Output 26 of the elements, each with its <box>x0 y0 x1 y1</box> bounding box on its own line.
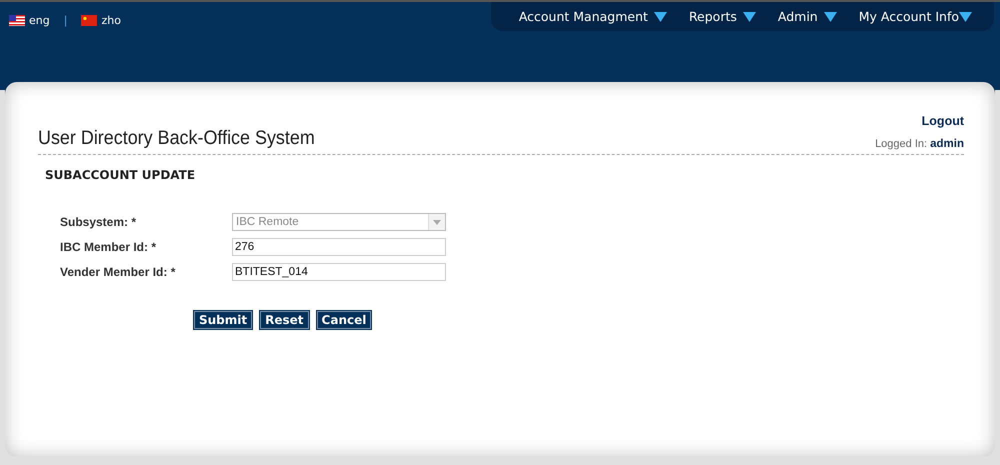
caret-icon <box>824 12 837 22</box>
input-field[interactable]: 276 <box>232 238 446 256</box>
caret-icon <box>654 12 667 22</box>
form-button[interactable]: Cancel <box>316 311 372 329</box>
page-title: User Directory Back-Office System <box>38 127 315 150</box>
form-button[interactable]: Submit <box>194 311 252 329</box>
logged-in-text: Logged In: admin <box>875 138 964 150</box>
field-label: IBC Member Id: * <box>60 240 158 254</box>
nav-menu[interactable]: My Account Info <box>858 7 972 31</box>
language-separator: | <box>64 14 68 27</box>
language-link[interactable]: zho <box>81 14 121 27</box>
nav-menu[interactable]: Account Managment <box>518 7 667 31</box>
flag-icon <box>9 15 25 26</box>
language-link[interactable]: eng <box>9 14 50 27</box>
dropdown-arrow-icon <box>433 220 441 224</box>
field-label: Vender Member Id: * <box>60 265 176 279</box>
input-field[interactable]: BTITEST_014 <box>232 263 446 281</box>
caret-icon <box>959 12 972 22</box>
section-title: SUBACCOUNT UPDATE <box>44 167 196 182</box>
field-label: Subsystem: * <box>60 215 138 229</box>
form-button[interactable]: Reset <box>260 311 309 329</box>
logout-link[interactable]: Logout <box>922 114 964 128</box>
flag-icon <box>81 15 98 26</box>
caret-icon <box>742 12 756 22</box>
nav-menu[interactable]: Reports <box>688 7 756 31</box>
nav-menu[interactable]: Admin <box>778 7 837 31</box>
